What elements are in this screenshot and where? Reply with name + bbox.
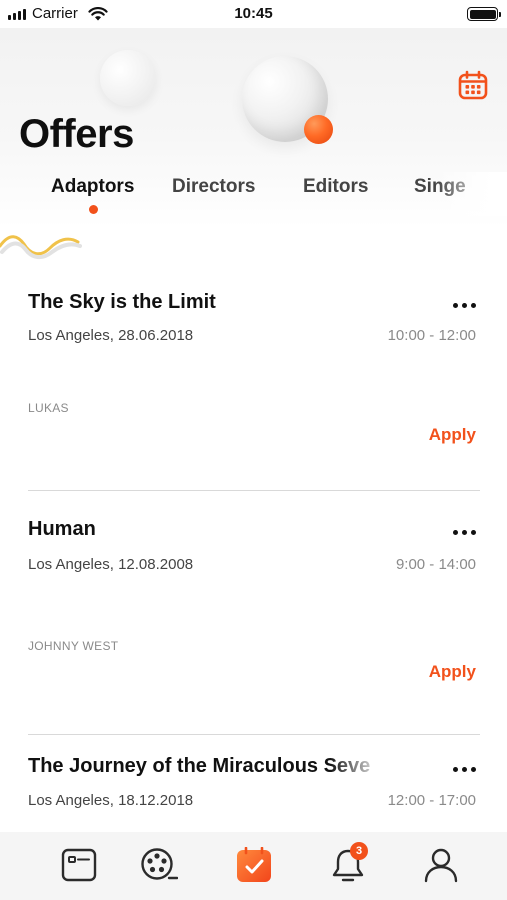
page-title: Offers	[19, 112, 134, 156]
orange-ball-decoration	[304, 115, 333, 144]
category-tabs: Adaptors Directors Editors Singe	[0, 172, 507, 216]
offer-title: The Journey of the Miraculous Seve	[28, 755, 371, 777]
offer-card[interactable]: The Journey of the Miraculous Seve Los A…	[28, 755, 480, 825]
offer-location-date: Los Angeles, 18.12.2018	[28, 792, 194, 809]
nav-item-cards[interactable]	[60, 846, 98, 884]
calendar-icon	[458, 70, 488, 100]
apply-button[interactable]: Apply	[429, 662, 476, 682]
more-options-button[interactable]	[453, 526, 476, 539]
offer-location-date: Los Angeles, 12.08.2008	[28, 556, 194, 573]
battery-icon	[467, 7, 501, 21]
bottom-nav: 3	[0, 832, 507, 900]
nav-item-schedule[interactable]	[235, 846, 273, 884]
more-options-button[interactable]	[453, 299, 476, 312]
offer-time: 10:00 - 12:00	[387, 327, 476, 344]
profile-icon	[424, 848, 458, 883]
offer-time: 9:00 - 14:00	[395, 556, 476, 573]
nav-item-notifications[interactable]: 3	[329, 842, 368, 884]
tab-adaptors[interactable]: Adaptors	[51, 176, 134, 198]
offer-title: The Sky is the Limit	[28, 291, 216, 313]
offers-screen: Carrier 10:45 Offers Adaptors Directors …	[0, 0, 507, 900]
tab-directors[interactable]: Directors	[172, 176, 255, 198]
offer-time: 12:00 - 17:00	[387, 792, 476, 809]
film-reel-icon	[141, 848, 178, 880]
offer-card[interactable]: The Sky is the Limit Los Angeles, 28.06.…	[28, 291, 480, 471]
apply-button[interactable]: Apply	[429, 425, 476, 445]
ribbon-decoration	[0, 235, 82, 259]
id-card-icon	[61, 848, 97, 882]
nav-item-profile[interactable]	[422, 846, 460, 884]
tab-editors[interactable]: Editors	[303, 176, 368, 198]
notification-badge: 3	[350, 842, 368, 860]
tab-singers[interactable]: Singe	[414, 176, 466, 198]
more-options-button[interactable]	[453, 763, 476, 776]
offer-card[interactable]: Human Los Angeles, 12.08.2008 9:00 - 14:…	[28, 518, 480, 698]
offer-author: LUKAS	[28, 401, 69, 415]
offer-author: JOHNNY WEST	[28, 639, 119, 653]
offer-title: Human	[28, 518, 96, 540]
status-bar: Carrier 10:45	[0, 0, 507, 28]
nav-item-films[interactable]	[140, 846, 178, 884]
active-tab-indicator	[89, 205, 98, 214]
bubble-decoration	[100, 50, 156, 106]
divider	[28, 490, 480, 491]
calendar-button[interactable]	[456, 68, 490, 102]
offer-location-date: Los Angeles, 28.06.2018	[28, 327, 194, 344]
calendar-check-icon	[237, 847, 271, 882]
divider	[28, 734, 480, 735]
status-time: 10:45	[234, 5, 273, 22]
